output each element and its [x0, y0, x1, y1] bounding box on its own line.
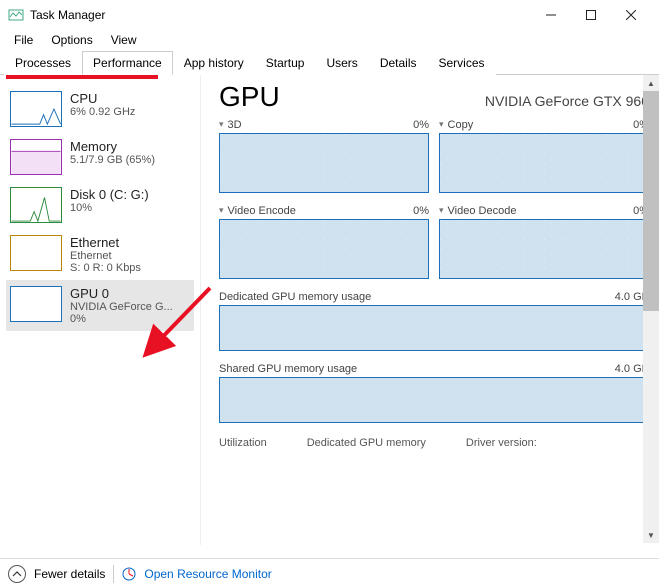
tab-performance[interactable]: Performance [82, 51, 173, 75]
tab-users[interactable]: Users [315, 51, 368, 75]
scrollbar-thumb[interactable] [643, 91, 659, 311]
performance-sidebar: CPU 6% 0.92 GHz Memory 5.1/7.9 GB (65%) … [0, 75, 200, 545]
eth-sub2: S: 0 R: 0 Kbps [70, 262, 141, 274]
footer-bar: Fewer details Open Resource Monitor [0, 558, 659, 588]
tab-processes[interactable]: Processes [4, 51, 82, 75]
chart-copy-canvas [439, 133, 649, 193]
gpu-sub1: NVIDIA GeForce G... [70, 301, 173, 313]
memory-thumb [10, 139, 62, 175]
shared-mem-canvas [219, 377, 649, 423]
sidebar-item-disk[interactable]: Disk 0 (C: G:) 10% [6, 181, 194, 229]
eth-sub1: Ethernet [70, 250, 141, 262]
chart-3d-canvas [219, 133, 429, 193]
resource-monitor-icon[interactable] [122, 567, 136, 581]
chart-venc-pct: 0% [413, 205, 429, 217]
title-bar: Task Manager [0, 0, 659, 30]
sidebar-item-memory[interactable]: Memory 5.1/7.9 GB (65%) [6, 133, 194, 181]
disk-title: Disk 0 (C: G:) [70, 187, 149, 202]
tab-services[interactable]: Services [428, 51, 496, 75]
detail-pane: GPU NVIDIA GeForce GTX 960 ▾ 3D 0% ▾ Copy 0%… [200, 75, 659, 545]
sidebar-item-cpu[interactable]: CPU 6% 0.92 GHz [6, 85, 194, 133]
dedicated-mem-canvas [219, 305, 649, 351]
menu-options[interactable]: Options [43, 31, 100, 49]
window-title: Task Manager [30, 8, 105, 22]
minimize-button[interactable] [531, 0, 571, 30]
tab-startup[interactable]: Startup [255, 51, 316, 75]
fewer-details-link[interactable]: Fewer details [34, 567, 105, 581]
chevron-down-icon[interactable]: ▾ [439, 119, 444, 131]
cpu-thumb [10, 91, 62, 127]
memory-sub: 5.1/7.9 GB (65%) [70, 154, 155, 166]
cpu-title: CPU [70, 91, 135, 106]
scroll-up-icon[interactable]: ▲ [643, 75, 659, 91]
menu-file[interactable]: File [6, 31, 41, 49]
chart-vdec-label: Video Decode [448, 205, 517, 217]
stat-dedicated: Dedicated GPU memory [307, 437, 426, 449]
vertical-scrollbar[interactable]: ▲ ▼ [643, 75, 659, 543]
footer-separator [113, 565, 114, 583]
chevron-down-icon[interactable]: ▾ [439, 205, 444, 217]
stat-utilization: Utilization [219, 437, 267, 449]
maximize-button[interactable] [571, 0, 611, 30]
chevron-up-icon[interactable] [8, 565, 26, 583]
tab-app-history[interactable]: App history [173, 51, 255, 75]
eth-title: Ethernet [70, 235, 141, 250]
stat-driver: Driver version: [466, 437, 537, 449]
chart-video-decode[interactable]: ▾Video Decode0% [439, 205, 649, 279]
eth-thumb [10, 235, 62, 271]
sidebar-item-ethernet[interactable]: Ethernet Ethernet S: 0 R: 0 Kbps [6, 229, 194, 280]
dedicated-mem-label: Dedicated GPU memory usage [219, 291, 371, 303]
disk-sub: 10% [70, 202, 149, 214]
sidebar-item-gpu[interactable]: GPU 0 NVIDIA GeForce G... 0% [6, 280, 194, 331]
chart-copy[interactable]: ▾Copy0% [439, 119, 649, 193]
cpu-sub: 6% 0.92 GHz [70, 106, 135, 118]
disk-thumb [10, 187, 62, 223]
menu-bar: File Options View [0, 30, 659, 50]
chart-3d[interactable]: ▾ 3D 0% [219, 119, 429, 193]
chevron-down-icon[interactable]: ▾ [219, 205, 224, 217]
chart-venc-canvas [219, 219, 429, 279]
chart-copy-label: Copy [448, 119, 474, 131]
chart-3d-pct: 0% [413, 119, 429, 131]
content-area: CPU 6% 0.92 GHz Memory 5.1/7.9 GB (65%) … [0, 75, 659, 545]
tab-details[interactable]: Details [369, 51, 428, 75]
shared-mem-label: Shared GPU memory usage [219, 363, 357, 375]
gpu-thumb [10, 286, 62, 322]
chevron-down-icon[interactable]: ▾ [219, 119, 224, 131]
close-button[interactable] [611, 0, 651, 30]
tab-bar: Processes Performance App history Startu… [0, 50, 659, 75]
chart-3d-label: 3D [228, 119, 242, 131]
menu-view[interactable]: View [103, 31, 145, 49]
scroll-down-icon[interactable]: ▼ [643, 527, 659, 543]
chart-venc-label: Video Encode [228, 205, 296, 217]
open-resource-monitor-link[interactable]: Open Resource Monitor [144, 567, 271, 581]
gpu-sub2: 0% [70, 313, 173, 325]
gpu-title: GPU 0 [70, 286, 173, 301]
detail-heading: GPU [219, 81, 280, 113]
chart-vdec-canvas [439, 219, 649, 279]
annotation-underline [6, 75, 158, 79]
chart-video-encode[interactable]: ▾ Video Encode 0% [219, 205, 429, 279]
memory-title: Memory [70, 139, 155, 154]
app-icon [8, 7, 24, 23]
gpu-name: NVIDIA GeForce GTX 960 [485, 93, 649, 109]
